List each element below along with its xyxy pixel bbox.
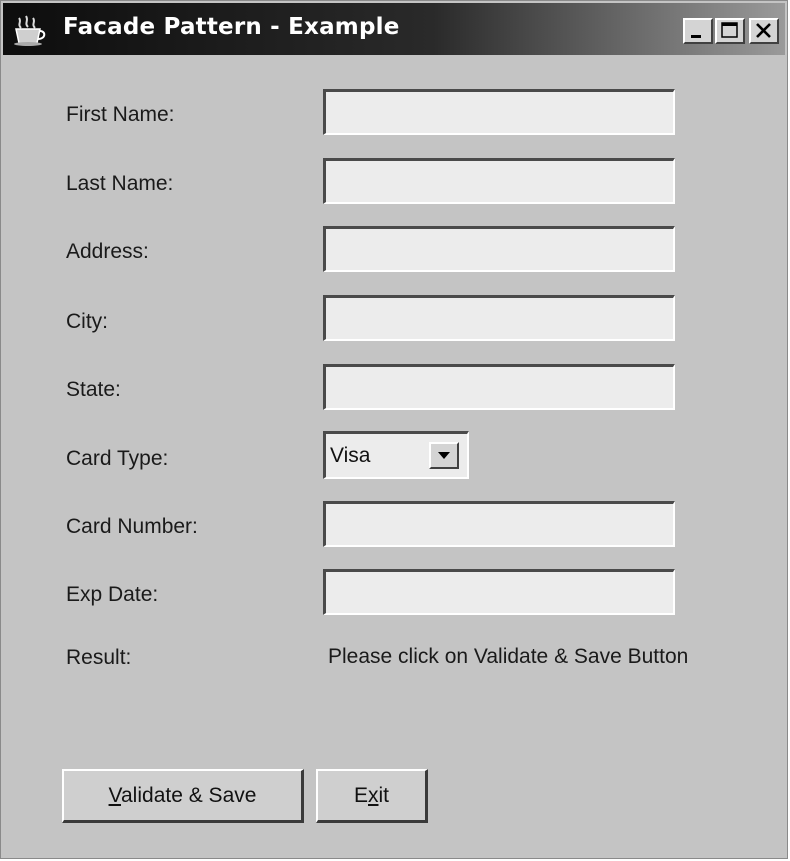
- minimize-button[interactable]: [683, 18, 713, 44]
- city-label: City:: [66, 310, 108, 333]
- last-name-label: Last Name:: [66, 172, 174, 195]
- address-input[interactable]: [323, 226, 675, 272]
- city-input[interactable]: [323, 295, 675, 341]
- last-name-input[interactable]: [323, 158, 675, 204]
- maximize-icon: [721, 22, 738, 38]
- card-type-label: Card Type:: [66, 447, 169, 470]
- coffee-cup-icon: [14, 15, 46, 46]
- address-label: Address:: [66, 240, 149, 263]
- state-label: State:: [66, 378, 121, 401]
- title-bar[interactable]: Facade Pattern - Example: [3, 3, 785, 55]
- window-title: Facade Pattern - Example: [63, 14, 400, 40]
- result-message: Please click on Validate & Save Button: [328, 645, 689, 668]
- close-button[interactable]: [749, 18, 779, 44]
- validate-save-button[interactable]: Validate & Save: [62, 769, 304, 823]
- card-type-value: Visa: [330, 444, 371, 467]
- card-number-label: Card Number:: [66, 515, 198, 538]
- exit-button[interactable]: Exit: [316, 769, 428, 823]
- card-number-input[interactable]: [323, 501, 675, 547]
- exit-label-end: it: [378, 784, 390, 807]
- exit-mnemonic: x: [368, 784, 379, 807]
- minimize-icon: [691, 35, 701, 38]
- validate-mnemonic: V: [108, 784, 121, 807]
- exit-label-start: E: [353, 784, 368, 807]
- exp-date-input[interactable]: [323, 569, 675, 615]
- facade-window: Facade Pattern - Example First Name: Las…: [0, 0, 788, 859]
- card-type-select[interactable]: Visa: [323, 431, 469, 479]
- exp-date-label: Exp Date:: [66, 583, 159, 606]
- card-type-dropdown-button[interactable]: [429, 442, 459, 469]
- validate-label: alidate & Save: [121, 784, 257, 807]
- close-icon: [756, 23, 771, 38]
- state-input[interactable]: [323, 364, 675, 410]
- result-label: Result:: [66, 646, 132, 669]
- chevron-down-icon: [438, 452, 450, 459]
- maximize-button[interactable]: [715, 18, 745, 44]
- first-name-label: First Name:: [66, 103, 175, 126]
- first-name-input[interactable]: [323, 89, 675, 135]
